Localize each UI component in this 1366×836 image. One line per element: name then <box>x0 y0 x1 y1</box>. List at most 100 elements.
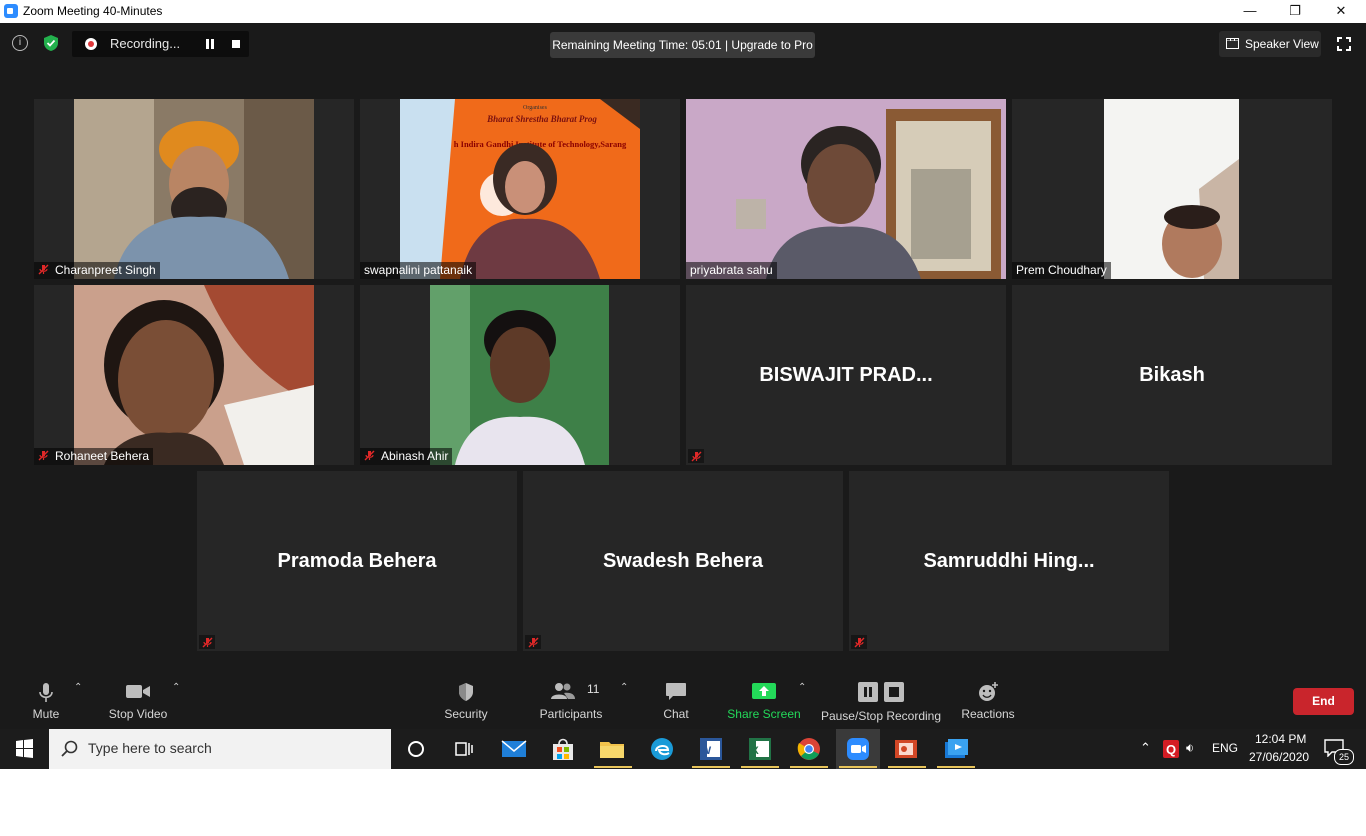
maximize-button[interactable]: ❐ <box>1272 0 1318 23</box>
video-options-caret-icon[interactable]: ⌃ <box>172 683 180 693</box>
muted-mic-icon <box>528 637 539 648</box>
encryption-shield-icon[interactable] <box>42 34 60 52</box>
participant-name: Swadesh Behera <box>602 549 764 572</box>
meeting-info-icon[interactable]: i <box>12 35 28 51</box>
share-options-caret-icon[interactable]: ⌃ <box>798 683 806 693</box>
participant-tile[interactable]: Pramoda Behera <box>197 471 517 651</box>
taskbar-search-box[interactable]: Type here to search <box>49 729 391 769</box>
windows-start-icon[interactable] <box>0 729 48 769</box>
file-explorer-icon[interactable] <box>598 735 626 763</box>
reactions-smiley-icon <box>979 682 998 701</box>
banner-programme-text: Bharat Shrestha Bharat Prog <box>486 114 597 124</box>
participant-tile[interactable]: Bikash <box>1012 285 1332 465</box>
participant-name: Prem Choudhary <box>1012 262 1111 279</box>
word-icon[interactable]: W <box>697 735 725 763</box>
participant-video <box>430 285 609 465</box>
powerpoint-icon[interactable] <box>892 735 920 763</box>
participant-tile[interactable]: BISWAJIT PRAD... <box>686 285 1006 465</box>
svg-text:X: X <box>751 745 759 757</box>
search-placeholder: Type here to search <box>88 740 212 756</box>
edge-browser-icon[interactable] <box>648 735 676 763</box>
participant-video <box>74 285 314 465</box>
chat-bubble-icon <box>666 683 686 700</box>
search-icon <box>61 740 78 757</box>
stop-recording-icon[interactable] <box>232 40 240 48</box>
chrome-running-indicator <box>790 766 828 768</box>
media-player-icon[interactable] <box>942 735 970 763</box>
security-label: Security <box>444 707 488 721</box>
muted-mic-icon <box>691 451 702 462</box>
participant-tile[interactable]: Abinash Ahir <box>360 285 680 465</box>
clock-time[interactable]: 12:04 PM <box>1255 732 1306 746</box>
participant-video: Organises Bharat Shrestha Bharat Prog h … <box>400 99 640 279</box>
speaker-view-label: Speaker View <box>1245 37 1319 51</box>
fullscreen-icon[interactable] <box>1337 37 1351 51</box>
participant-tile[interactable]: Charanpreet Singh <box>34 99 354 279</box>
muted-mic-icon <box>202 637 213 648</box>
participants-icon <box>551 683 575 699</box>
recording-indicator: Recording... <box>72 31 249 57</box>
language-indicator[interactable]: ENG <box>1212 741 1238 755</box>
svg-text:W: W <box>701 745 712 757</box>
participant-tile-active-speaker[interactable]: priyabrata sahu <box>686 99 1006 279</box>
muted-mic-icon <box>854 637 865 648</box>
muted-mic-icon <box>38 264 49 275</box>
participant-name: swapnalini pattanaik <box>360 262 477 279</box>
svg-text:Q: Q <box>1166 742 1176 757</box>
pause-recording-icon[interactable] <box>206 39 214 49</box>
participant-tile[interactable]: Swadesh Behera <box>523 471 843 651</box>
muted-mic-badge <box>525 635 541 649</box>
clock-date[interactable]: 27/06/2020 <box>1249 750 1309 764</box>
zoom-icon[interactable] <box>844 735 872 763</box>
task-view-icon[interactable] <box>450 735 478 763</box>
muted-mic-icon <box>364 450 375 461</box>
muted-mic-badge <box>199 635 215 649</box>
windows-taskbar: Type here to search W X ⌃ Q 🔉︎ ENG 12:04… <box>0 729 1366 769</box>
meeting-controls: Mute ⌃ Stop Video ⌃ Security 11 Particip… <box>0 672 1366 729</box>
end-meeting-button[interactable]: End <box>1293 688 1354 715</box>
window-title: Zoom Meeting 40-Minutes <box>23 4 163 18</box>
participant-tile[interactable]: Rohaneet Behera <box>34 285 354 465</box>
reactions-label: Reactions <box>961 707 1015 721</box>
participant-name: BISWAJIT PRAD... <box>759 363 933 386</box>
speaker-view-button[interactable]: Speaker View <box>1219 31 1321 57</box>
word-running-indicator <box>692 766 730 768</box>
participant-tile[interactable]: Prem Choudhary <box>1012 99 1332 279</box>
participants-label: Participants <box>539 707 603 721</box>
video-camera-icon <box>126 685 150 698</box>
participant-tile[interactable]: Samruddhi Hing... <box>849 471 1169 651</box>
microsoft-store-icon[interactable] <box>549 735 577 763</box>
audio-options-caret-icon[interactable]: ⌃ <box>74 683 82 693</box>
media-player-running-indicator <box>937 766 975 768</box>
pause-stop-recording-icon <box>858 682 904 702</box>
recording-dot-icon <box>85 38 97 50</box>
participant-count: 11 <box>587 682 600 696</box>
participant-tile[interactable]: Organises Bharat Shrestha Bharat Prog h … <box>360 99 680 279</box>
muted-mic-badge <box>688 449 704 463</box>
close-button[interactable]: ✕ <box>1318 0 1364 23</box>
excel-running-indicator <box>741 766 779 768</box>
excel-icon[interactable]: X <box>746 735 774 763</box>
minimize-button[interactable]: — <box>1227 0 1273 23</box>
mail-icon[interactable] <box>500 735 528 763</box>
share-screen-label: Share Screen <box>727 707 801 721</box>
participant-name: Bikash <box>1139 363 1205 386</box>
meeting-timer[interactable]: Remaining Meeting Time: 05:01 | Upgrade … <box>550 32 815 58</box>
muted-mic-badge <box>851 635 867 649</box>
participants-options-caret-icon[interactable]: ⌃ <box>620 683 628 693</box>
chat-label: Chat <box>663 707 689 721</box>
chrome-icon[interactable] <box>795 735 823 763</box>
participant-name: Samruddhi Hing... <box>923 549 1095 572</box>
participant-video <box>686 99 1006 279</box>
muted-mic-icon <box>38 450 49 461</box>
meeting-area: i Recording... Remaining Meeting Time: 0… <box>0 23 1366 729</box>
volume-icon[interactable]: 🔉︎ <box>1186 740 1194 756</box>
participant-name: priyabrata sahu <box>686 262 777 279</box>
quick-heal-tray-icon[interactable]: Q <box>1163 740 1179 758</box>
participant-name: Rohaneet Behera <box>34 448 154 465</box>
pause-stop-recording-label: Pause/Stop Recording <box>820 709 942 723</box>
share-screen-icon <box>752 683 776 699</box>
cortana-icon[interactable] <box>402 735 430 763</box>
show-hidden-icons-chevron-icon[interactable]: ⌃ <box>1140 740 1151 756</box>
mute-label: Mute <box>32 707 60 721</box>
